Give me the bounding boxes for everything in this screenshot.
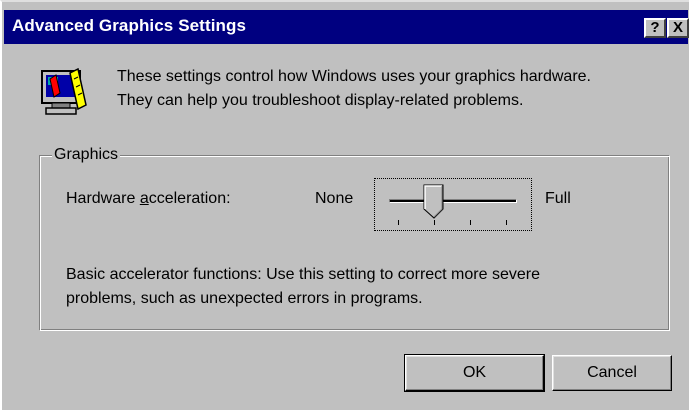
advanced-graphics-dialog: Advanced Graphics Settings ? X These set… — [0, 0, 689, 410]
description-line-2: problems, such as unexpected errors in p… — [66, 290, 423, 307]
hardware-acceleration-label: Hardware acceleration: — [66, 190, 231, 207]
help-button[interactable]: ? — [644, 18, 666, 38]
slider-tick — [506, 220, 507, 225]
hardware-acceleration-slider[interactable] — [374, 178, 532, 231]
slider-tick — [470, 220, 471, 225]
description-line-1: Basic accelerator functions: Use this se… — [66, 266, 540, 283]
close-icon: X — [672, 19, 683, 36]
ok-button[interactable]: OK — [404, 354, 545, 392]
slider-track — [389, 199, 517, 203]
slider-tick — [398, 220, 399, 225]
monitor-display-icon — [40, 65, 90, 121]
window-title: Advanced Graphics Settings — [12, 16, 247, 35]
slider-tick — [434, 220, 435, 225]
intro-text: These settings control how Windows uses … — [117, 65, 682, 113]
title-bar[interactable]: Advanced Graphics Settings ? X — [4, 10, 689, 44]
intro-line-2: They can help you troubleshoot display-r… — [117, 92, 524, 109]
cancel-button[interactable]: Cancel — [552, 355, 672, 391]
help-icon: ? — [650, 19, 660, 36]
close-button[interactable]: X — [667, 18, 689, 38]
graphics-group-label: Graphics — [52, 145, 121, 165]
intro-line-1: These settings control how Windows uses … — [117, 68, 591, 85]
slider-thumb[interactable] — [423, 184, 445, 220]
slider-min-label: None — [315, 190, 354, 207]
slider-max-label: Full — [545, 190, 571, 207]
acceleration-description: Basic accelerator functions: Use this se… — [66, 263, 666, 311]
